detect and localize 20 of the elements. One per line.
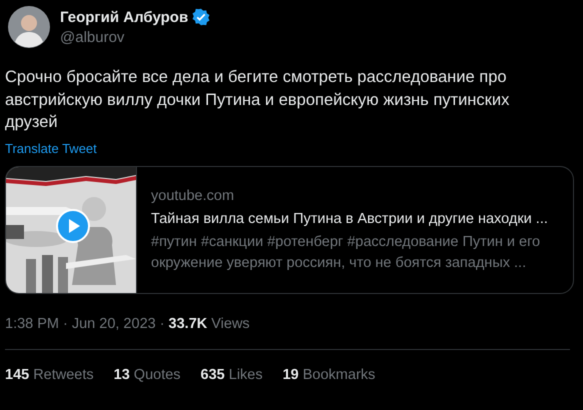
stat-link[interactable]: 19 Bookmarks <box>282 366 376 382</box>
author-name[interactable]: Георгий Албуров <box>60 8 188 26</box>
tweet-time[interactable]: 1:38 PM <box>5 316 59 332</box>
separator-dot: · <box>63 316 68 332</box>
card-description: #путин #санкции #ротенберг #расследование Путин и его окружение уверяют россиян, что не боятся западных ... <box>151 232 542 272</box>
separator-dot: · <box>160 316 165 332</box>
play-icon[interactable] <box>56 208 90 242</box>
views-label: Views <box>211 316 250 332</box>
stat-link[interactable]: 145 Retweets <box>5 366 94 382</box>
stat-link[interactable]: 13 Quotes <box>114 366 181 382</box>
card-title: Тайная вилла семьи Путина в Австрии и другие находки ... <box>151 210 549 228</box>
card-domain: youtube.com <box>151 186 236 206</box>
translate-link[interactable]: Translate Tweet <box>5 140 97 156</box>
tweet-date[interactable]: Jun 20, 2023 <box>72 316 156 332</box>
link-card[interactable]: youtube.com Тайная вилла семьи Путина в Австрии и другие находки ... #путин #санкции #ротенберг #расследование Путин и его окружение уверяют россиян, что не боятся западных ... <box>5 166 574 294</box>
tweet-text: Срочно бросайте все дела и бегите смотреть расследование про австрийскую виллу дочки Путина и европейскую жизнь путинских друзей <box>5 67 510 133</box>
author-handle[interactable]: @alburov <box>60 29 210 46</box>
views-count: 33.7K <box>168 316 208 332</box>
avatar[interactable] <box>8 6 50 48</box>
stat-link[interactable]: 635 Likes <box>200 366 263 382</box>
